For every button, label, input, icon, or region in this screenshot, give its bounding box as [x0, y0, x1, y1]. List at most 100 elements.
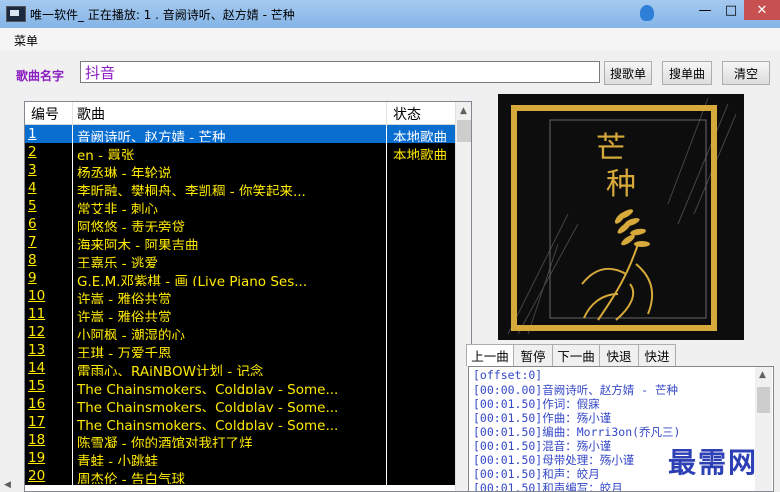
minimize-button[interactable]: —	[692, 0, 718, 20]
header-song[interactable]: 歌曲	[77, 104, 105, 124]
song-title: The Chainsmokers、Coldplay - Some...	[77, 400, 339, 412]
table-row[interactable]: 10 许嵩 - 雅俗共赏	[25, 287, 455, 305]
song-number: 13	[28, 342, 46, 358]
window-title: 唯一软件_ 正在播放: 1 . 音阙诗听、赵方婧 - 芒种	[30, 8, 295, 22]
table-row[interactable]: 11 许嵩 - 雅俗共赏	[25, 305, 455, 323]
table-row[interactable]: 14 雷雨心、RAiNBOW计划 - 记念	[25, 359, 455, 377]
column-divider	[386, 467, 387, 485]
table-row[interactable]: 7 海来阿木 - 阿果吉曲	[25, 233, 455, 251]
close-button[interactable]: ✕	[744, 0, 780, 20]
song-list[interactable]: 编号 歌曲 状态 1 音阙诗听、赵方婧 - 芒种 本地歌曲 2 en - 囂张 本地歌曲 3…	[24, 101, 472, 492]
table-row[interactable]: 8 王嘉乐 - 逃爱	[25, 251, 455, 269]
column-divider	[72, 323, 73, 341]
list-header: 编号 歌曲 状态	[25, 102, 455, 125]
lyric-line: [offset:0]	[473, 368, 543, 382]
lyrics-scroll-thumb[interactable]	[757, 387, 770, 413]
table-row[interactable]: 13 王琪 - 万爱千恩	[25, 341, 455, 359]
header-divider[interactable]	[72, 102, 73, 124]
column-divider	[72, 467, 73, 485]
menu-item-menu[interactable]: 菜单	[14, 32, 38, 49]
table-row[interactable]: 4 李昕融、樊桐舟、李凯稠 - 你笑起来...	[25, 179, 455, 197]
maximize-button[interactable]: □	[718, 0, 744, 20]
song-title: 阿悠悠 - 责无旁贷	[77, 220, 185, 232]
table-row[interactable]: 1 音阙诗听、赵方婧 - 芒种 本地歌曲	[25, 125, 455, 143]
header-number[interactable]: 编号	[31, 104, 59, 124]
column-divider	[72, 161, 73, 179]
table-row[interactable]: 20 周杰伦 - 告白气球	[25, 467, 455, 485]
song-status	[393, 450, 455, 466]
column-divider	[72, 449, 73, 467]
song-status	[393, 216, 455, 232]
scroll-up-icon[interactable]: ▲	[759, 370, 766, 380]
menu-bar: 菜单	[0, 28, 780, 50]
previous-button[interactable]: 上一曲	[466, 344, 514, 366]
song-title: 雷雨心、RAiNBOW计划 - 记念	[77, 364, 264, 376]
song-status	[393, 396, 455, 412]
column-divider	[386, 377, 387, 395]
table-row[interactable]: 18 陈雪凝 - 你的酒馆对我打了烊	[25, 431, 455, 449]
song-status	[393, 198, 455, 214]
music-note-icon[interactable]	[640, 5, 654, 21]
column-divider	[72, 395, 73, 413]
column-divider	[72, 413, 73, 431]
column-divider	[386, 233, 387, 251]
song-number: 7	[28, 234, 37, 250]
song-number: 16	[28, 396, 46, 412]
song-number: 12	[28, 324, 46, 340]
album-title-art: 种	[606, 167, 636, 202]
column-divider	[386, 287, 387, 305]
table-row[interactable]: 15 The Chainsmokers、Coldplay - Some...	[25, 377, 455, 395]
song-status	[393, 342, 455, 358]
search-playlist-button[interactable]: 搜歌单	[604, 61, 652, 85]
album-art-graphic: 芒 种	[498, 94, 744, 340]
column-divider	[386, 431, 387, 449]
song-status	[393, 180, 455, 196]
column-divider	[72, 341, 73, 359]
column-divider	[72, 125, 73, 143]
table-row[interactable]: 3 杨丞琳 - 年轮说	[25, 161, 455, 179]
fast-forward-button[interactable]: 快进	[638, 344, 676, 366]
column-divider	[386, 143, 387, 161]
song-status	[393, 288, 455, 304]
column-divider	[386, 251, 387, 269]
song-name-input[interactable]	[80, 61, 600, 83]
scroll-up-icon[interactable]: ▲	[460, 106, 467, 116]
list-rows: 1 音阙诗听、赵方婧 - 芒种 本地歌曲 2 en - 囂张 本地歌曲 3 杨丞琳 - 年轮说…	[25, 125, 455, 485]
title-bar: 唯一软件_ 正在播放: 1 . 音阙诗听、赵方婧 - 芒种 — □ ✕	[0, 0, 780, 29]
column-divider	[72, 215, 73, 233]
column-divider	[72, 377, 73, 395]
song-title: G.E.M.邓紫棋 - 画 (Live Piano Ses...	[77, 274, 308, 286]
search-single-button[interactable]: 搜单曲	[662, 61, 712, 85]
table-row[interactable]: 2 en - 囂张 本地歌曲	[25, 143, 455, 161]
song-title: 小阿枫 - 潮湿的心	[77, 328, 185, 340]
song-number: 4	[28, 180, 37, 196]
column-divider	[72, 287, 73, 305]
header-status[interactable]: 状态	[393, 104, 421, 124]
clear-button[interactable]: 清空	[722, 61, 770, 85]
song-status: 本地歌曲	[393, 148, 447, 160]
header-divider[interactable]	[386, 102, 387, 124]
scroll-left-icon[interactable]: ◀	[4, 480, 11, 490]
song-number: 2	[28, 144, 37, 160]
song-title: 许嵩 - 雅俗共赏	[77, 292, 172, 304]
column-divider	[386, 197, 387, 215]
pause-button[interactable]: 暂停	[513, 344, 553, 366]
song-title: 王琪 - 万爱千恩	[77, 346, 172, 358]
table-row[interactable]: 9 G.E.M.邓紫棋 - 画 (Live Piano Ses...	[25, 269, 455, 287]
table-row[interactable]: 17 The Chainsmokers、Coldplay - Some...	[25, 413, 455, 431]
song-title: 常艾非 - 刺心	[77, 202, 158, 214]
song-title: en - 囂张	[77, 148, 135, 160]
table-row[interactable]: 5 常艾非 - 刺心	[25, 197, 455, 215]
table-row[interactable]: 19 青蛙 - 小跳蛙	[25, 449, 455, 467]
table-row[interactable]: 12 小阿枫 - 潮湿的心	[25, 323, 455, 341]
rewind-button[interactable]: 快退	[599, 344, 639, 366]
column-divider	[386, 359, 387, 377]
column-divider	[72, 233, 73, 251]
song-title: 海来阿木 - 阿果吉曲	[77, 238, 199, 250]
column-divider	[386, 395, 387, 413]
song-title: 王嘉乐 - 逃爱	[77, 256, 158, 268]
next-button[interactable]: 下一曲	[552, 344, 600, 366]
table-row[interactable]: 16 The Chainsmokers、Coldplay - Some...	[25, 395, 455, 413]
scroll-thumb[interactable]	[457, 120, 471, 142]
table-row[interactable]: 6 阿悠悠 - 责无旁贷	[25, 215, 455, 233]
